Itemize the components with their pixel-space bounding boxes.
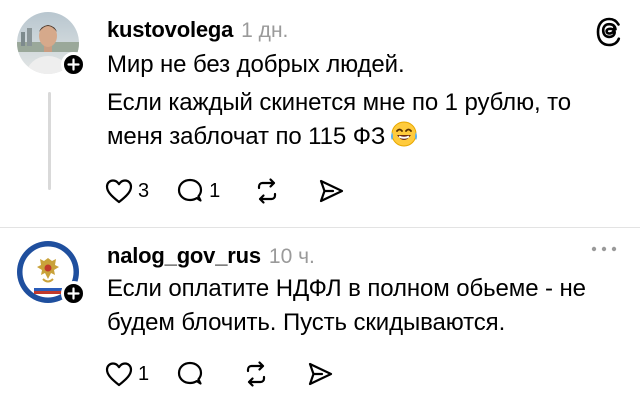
post-header: nalog_gov_rus 10 ч. xyxy=(107,243,315,269)
comment-post: kustovolega 1 дн. Мир не без добрых люде… xyxy=(0,0,640,228)
username[interactable]: kustovolega xyxy=(107,17,233,43)
action-bar: 1 xyxy=(104,359,335,389)
avatar[interactable] xyxy=(17,12,86,77)
comment-post: nalog_gov_rus 10 ч. Если оплатите НДФЛ в… xyxy=(0,228,640,412)
more-icon[interactable] xyxy=(586,242,622,256)
timestamp: 1 дн. xyxy=(241,19,289,42)
share-icon xyxy=(320,179,344,203)
like-button[interactable]: 1 xyxy=(104,359,149,389)
text-line: Мир не без добрых людей. xyxy=(107,51,405,78)
post-body: Мир не без добрых людей. Если каждый ски… xyxy=(107,48,571,154)
share-icon xyxy=(309,362,333,386)
heart-icon xyxy=(105,362,133,387)
comment-icon xyxy=(178,178,203,202)
post-body: Если оплатите НДФЛ в полном обьеме - не … xyxy=(107,272,586,340)
like-button[interactable]: 3 xyxy=(104,176,149,206)
text-line: меня заблочат по 115 ФЗ xyxy=(107,123,386,150)
like-count: 3 xyxy=(138,179,150,202)
heart-icon xyxy=(105,179,133,204)
follow-plus-icon[interactable] xyxy=(61,281,86,306)
reply-button[interactable]: 1 xyxy=(175,176,220,206)
share-button[interactable] xyxy=(316,176,346,206)
repost-button[interactable] xyxy=(252,176,282,206)
action-bar: 3 1 xyxy=(104,176,346,206)
username[interactable]: nalog_gov_rus xyxy=(107,243,261,269)
comment-icon xyxy=(178,361,203,385)
reply-count: 1 xyxy=(209,179,221,202)
repost-icon xyxy=(258,178,277,204)
share-button[interactable] xyxy=(305,359,335,389)
laughing-face-emoji-icon xyxy=(391,121,418,147)
text-line: будем блочить. Пусть скидываются. xyxy=(107,309,506,336)
text-line: Если каждый скинется мне по 1 рублю, то xyxy=(107,89,571,116)
timestamp: 10 ч. xyxy=(268,245,315,268)
post-header: kustovolega 1 дн. xyxy=(107,17,288,43)
thread-connector-line xyxy=(48,92,51,190)
text-line: Если оплатите НДФЛ в полном обьеме - не xyxy=(107,275,586,302)
threads-logo-icon xyxy=(596,17,621,47)
repost-button[interactable] xyxy=(241,359,271,389)
follow-plus-icon[interactable] xyxy=(61,52,86,77)
reply-button[interactable] xyxy=(175,359,205,389)
avatar[interactable] xyxy=(17,241,86,306)
like-count: 1 xyxy=(138,362,150,385)
repost-icon xyxy=(247,361,266,387)
